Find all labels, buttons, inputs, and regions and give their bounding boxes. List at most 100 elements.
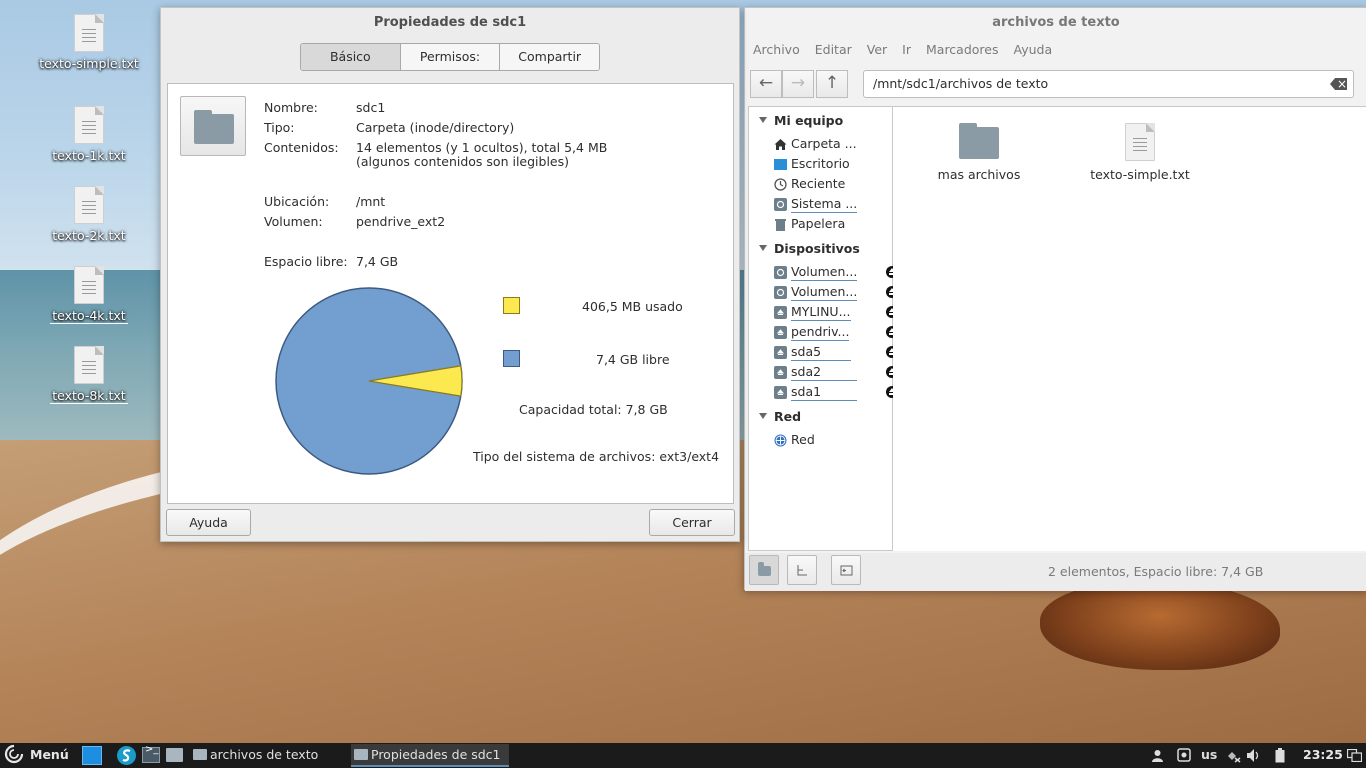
sidebar-item-reciente[interactable]: Reciente [771, 176, 889, 194]
usb-drive-icon [774, 346, 787, 359]
file-view[interactable]: mas archivos texto-simple.txt [893, 106, 1366, 551]
desktop-icon-label: texto-4k.txt [50, 308, 128, 324]
drive-icon [774, 198, 787, 211]
dialog-title: Propiedades de sdc1 [373, 15, 527, 30]
sidebar-item-sda5[interactable]: sda5 [771, 344, 898, 362]
keyboard-layout[interactable]: us [1201, 743, 1217, 768]
prop-tipo: Tipo: Carpeta (inode/directory) [264, 120, 515, 135]
section-mi-equipo[interactable]: Mi equipo [759, 113, 843, 128]
desktop-icon-label: texto-simple.txt [39, 56, 139, 71]
sidebar-item-pendrive[interactable]: pendriv... [771, 324, 898, 342]
section-red[interactable]: Red [759, 409, 801, 424]
prop-espacio-libre: Espacio libre: 7,4 GB [264, 254, 399, 269]
up-button[interactable]: ↑ [816, 70, 848, 98]
usb-drive-icon [774, 326, 787, 339]
window-list-icon[interactable] [1347, 749, 1362, 762]
toggle-sidebar-button[interactable] [831, 555, 861, 585]
expander-icon [759, 413, 767, 419]
volume-value: pendrive_ext2 [356, 214, 446, 229]
usb-drive-icon [774, 386, 787, 399]
folder-icon [194, 110, 234, 144]
tree-icon [797, 565, 807, 576]
app-launcher-icon[interactable] [116, 745, 137, 766]
terminal-icon[interactable]: >_ [142, 744, 160, 763]
menu-ir[interactable]: Ir [894, 42, 918, 62]
sidebar-item-sda2[interactable]: sda2 [771, 364, 898, 382]
expander-icon [759, 245, 767, 251]
help-button[interactable]: Ayuda [166, 509, 251, 536]
legend-free-label: 7,4 GB libre [596, 352, 670, 367]
volume-icon[interactable] [1246, 748, 1261, 763]
tab-basico[interactable]: Básico [301, 44, 401, 70]
file-manager-launcher-icon[interactable] [166, 748, 183, 762]
sidebar-item-escritorio[interactable]: Escritorio [771, 156, 889, 174]
arrow-up-icon: ↑ [824, 73, 840, 93]
desktop-icon-texto-8k[interactable]: texto-8k.txt [29, 346, 149, 404]
forward-button[interactable]: → [782, 70, 814, 98]
menu-marcadores[interactable]: Marcadores [918, 42, 1006, 62]
places-sidebar: Mi equipo Carpeta ... Escritorio Recient… [748, 106, 898, 551]
sidebar-item-sda1[interactable]: sda1 [771, 384, 898, 402]
desktop-icon-texto-2k[interactable]: texto-2k.txt [29, 186, 149, 243]
desktop-icon-texto-1k[interactable]: texto-1k.txt [29, 106, 149, 163]
usb-drive-icon [774, 366, 787, 379]
prop-ubicacion: Ubicación:/mnt [264, 194, 386, 209]
status-text: 2 elementos, Espacio libre: 7,4 GB [1048, 564, 1264, 579]
text-file-icon [1125, 123, 1155, 161]
section-dispositivos[interactable]: Dispositivos [759, 241, 860, 256]
sidebar-item-papelera[interactable]: Papelera [771, 216, 889, 234]
places-view-button[interactable] [749, 555, 779, 585]
home-icon [774, 139, 787, 150]
drive-icon [774, 286, 787, 299]
tab-compartir[interactable]: Compartir [500, 44, 599, 70]
sidebar-item-volumen-2[interactable]: Volumen... [771, 284, 898, 302]
folder-icon [354, 749, 368, 760]
legend-used-swatch [503, 297, 520, 314]
folder-icon [758, 562, 771, 576]
sidebar-item-volumen-1[interactable]: Volumen... [771, 264, 898, 282]
item-label: mas archivos [937, 167, 1021, 182]
task-propiedades-sdc1[interactable]: Propiedades de sdc1 [351, 744, 509, 767]
location-value: /mnt [356, 194, 386, 209]
menu-ayuda[interactable]: Ayuda [1006, 42, 1060, 62]
clear-location-icon[interactable] [1330, 78, 1347, 90]
task-archivos-de-texto[interactable]: archivos de texto [190, 744, 346, 767]
start-menu-button[interactable]: Menú [4, 743, 69, 768]
prop-volumen: Volumen: pendrive_ext2 [264, 214, 446, 229]
menu-archivo[interactable]: Archivo [745, 42, 807, 62]
battery-icon[interactable] [1275, 748, 1285, 763]
folder-icon [193, 749, 207, 760]
filesystem-type: Tipo del sistema de archivos: ext3/ext4 [473, 449, 720, 464]
text-file-icon [74, 346, 104, 384]
total-capacity: Capacidad total: 7,8 GB [519, 402, 668, 417]
distro-logo-icon [4, 744, 24, 764]
sidebar-item-mylinux[interactable]: MYLINU... [771, 304, 898, 322]
desktop-icon-texto-simple[interactable]: texto-simple.txt [29, 14, 149, 71]
menu-ver[interactable]: Ver [859, 42, 894, 62]
sidebar-item-carpeta[interactable]: Carpeta ... [771, 136, 889, 154]
tree-view-button[interactable] [787, 555, 817, 585]
desktop-icon-texto-4k[interactable]: texto-4k.txt [29, 266, 149, 324]
network-icon [774, 434, 787, 447]
desktop-icon-label: texto-8k.txt [50, 388, 128, 404]
removable-drive-icon[interactable] [1177, 748, 1191, 762]
location-bar[interactable]: /mnt/sdc1/archivos de texto [863, 70, 1354, 98]
close-button[interactable]: Cerrar [649, 509, 735, 536]
disk-usage-pie [275, 287, 463, 475]
clock-icon [774, 178, 787, 191]
drive-icon [774, 266, 787, 279]
tab-bar: Básico Permisos: Compartir [300, 43, 600, 71]
sidebar-item-red[interactable]: Red [771, 432, 889, 450]
sidebar-item-sistema[interactable]: Sistema ... [771, 196, 889, 214]
clock[interactable]: 23:25 [1303, 743, 1343, 768]
expander-icon [759, 117, 767, 123]
menu-editar[interactable]: Editar [807, 42, 859, 62]
network-status-icon[interactable] [1226, 748, 1242, 763]
text-file-icon [74, 14, 104, 52]
back-button[interactable]: ← [750, 70, 782, 98]
desktop-icon-label: texto-2k.txt [52, 228, 126, 243]
user-icon[interactable] [1151, 749, 1164, 762]
show-desktop-icon[interactable] [82, 746, 102, 765]
tab-permisos[interactable]: Permisos: [400, 44, 501, 70]
basic-panel: Nombre: sdc1 Tipo: Carpeta (inode/director… [167, 83, 734, 504]
